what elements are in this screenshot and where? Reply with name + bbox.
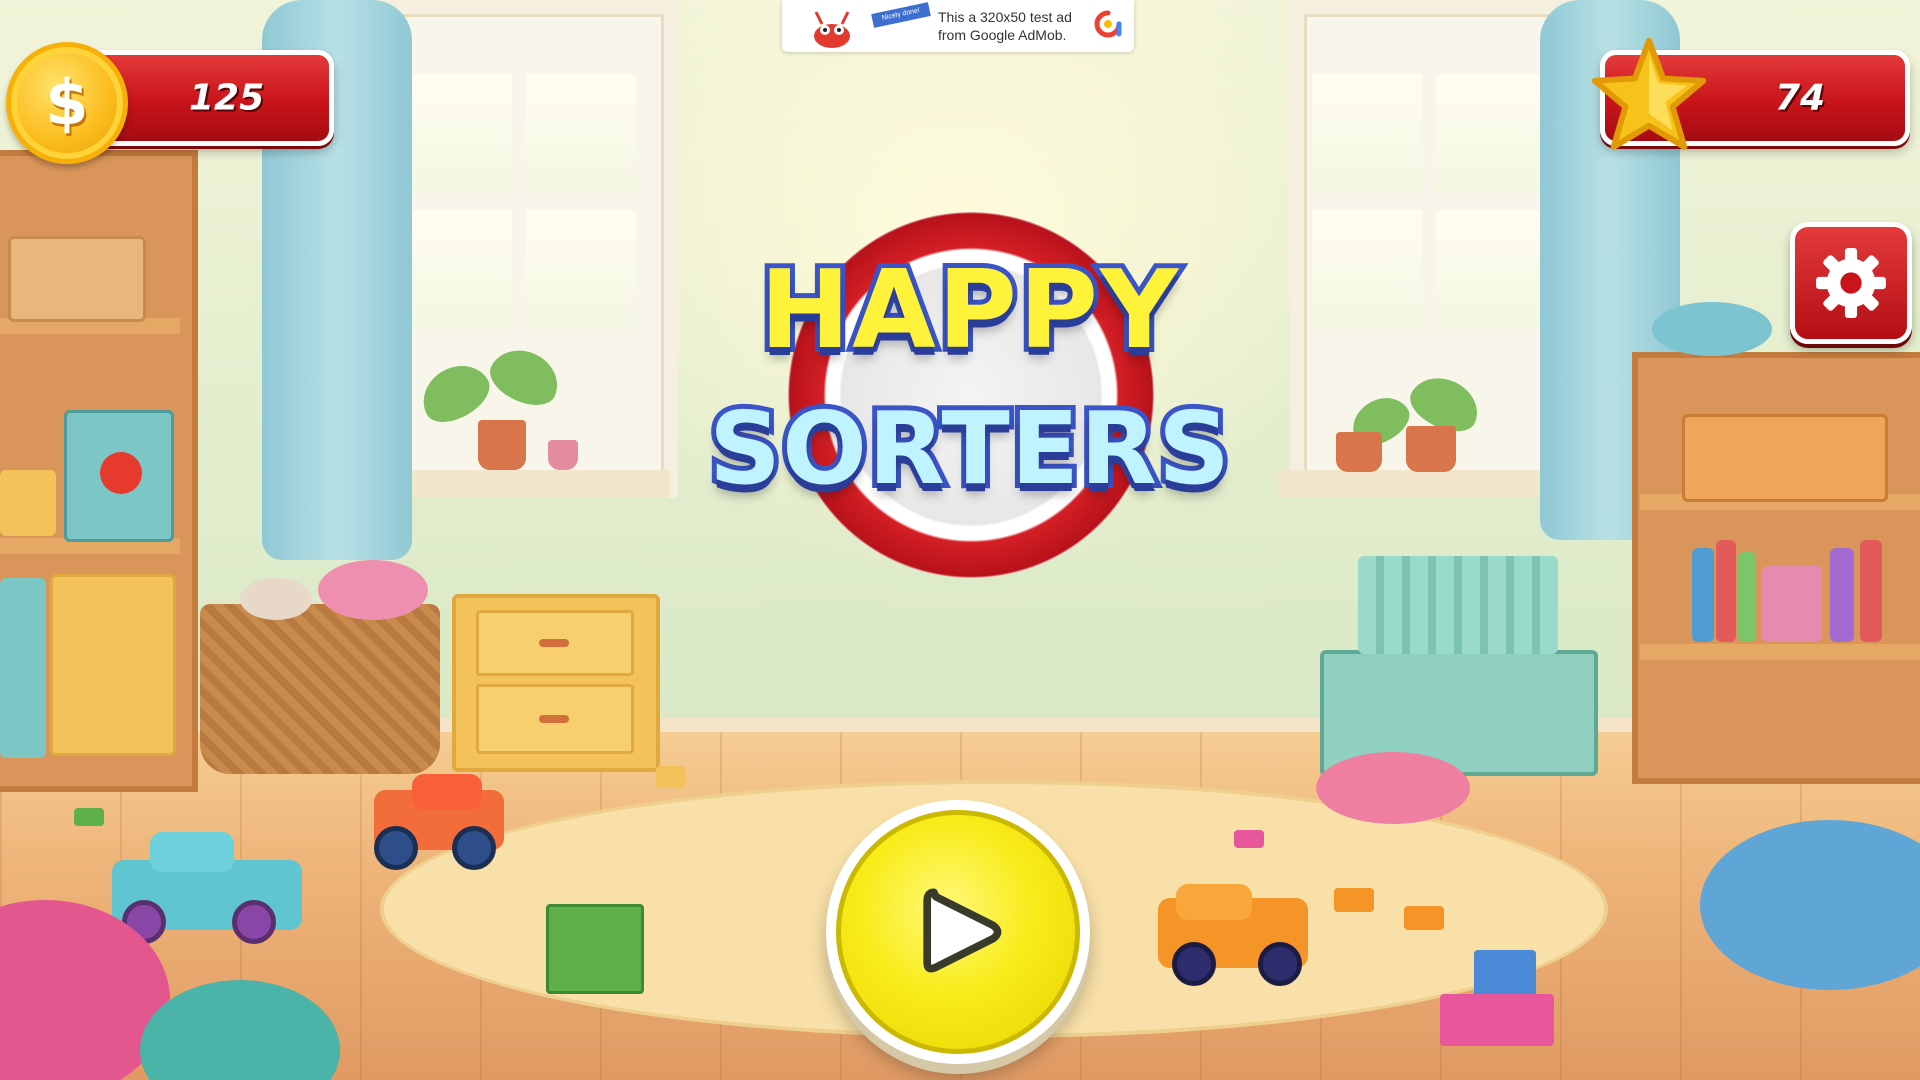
star-icon (1591, 37, 1707, 150)
ad-mascot-icon (814, 11, 850, 48)
admob-logo-icon (1094, 10, 1122, 38)
game-title-line2: SORTERS (704, 385, 1235, 512)
settings-button[interactable] (1790, 222, 1912, 344)
ad-text-line2: from Google AdMob. (938, 27, 1067, 43)
dollar-coin-icon: $ (6, 42, 128, 164)
left-window-sill (370, 470, 670, 498)
play-button-face (836, 810, 1080, 1054)
left-window (380, 0, 678, 498)
wicker-basket (200, 604, 440, 774)
plant-pot (478, 420, 526, 470)
yellow-dresser (452, 594, 660, 772)
ad-banner[interactable]: Nicely done! This a 320x50 test ad from … (782, 0, 1134, 52)
gear-icon (1816, 248, 1886, 318)
game-title-line1: HAPPY (755, 243, 1183, 378)
star-count: 74 (1775, 77, 1826, 119)
coin-symbol: $ (45, 66, 89, 139)
play-icon (923, 888, 1002, 973)
coin-count: 125 (189, 77, 265, 119)
play-button[interactable] (826, 800, 1090, 1064)
pink-cushion (1316, 752, 1470, 824)
ad-text-line1: This a 320x50 test ad (938, 9, 1072, 25)
ad-text: This a 320x50 test ad from Google AdMob. (938, 8, 1088, 44)
right-window-sill (1278, 470, 1578, 498)
ad-ribbon: Nicely done! (871, 2, 931, 28)
toy-block-green (546, 904, 644, 994)
